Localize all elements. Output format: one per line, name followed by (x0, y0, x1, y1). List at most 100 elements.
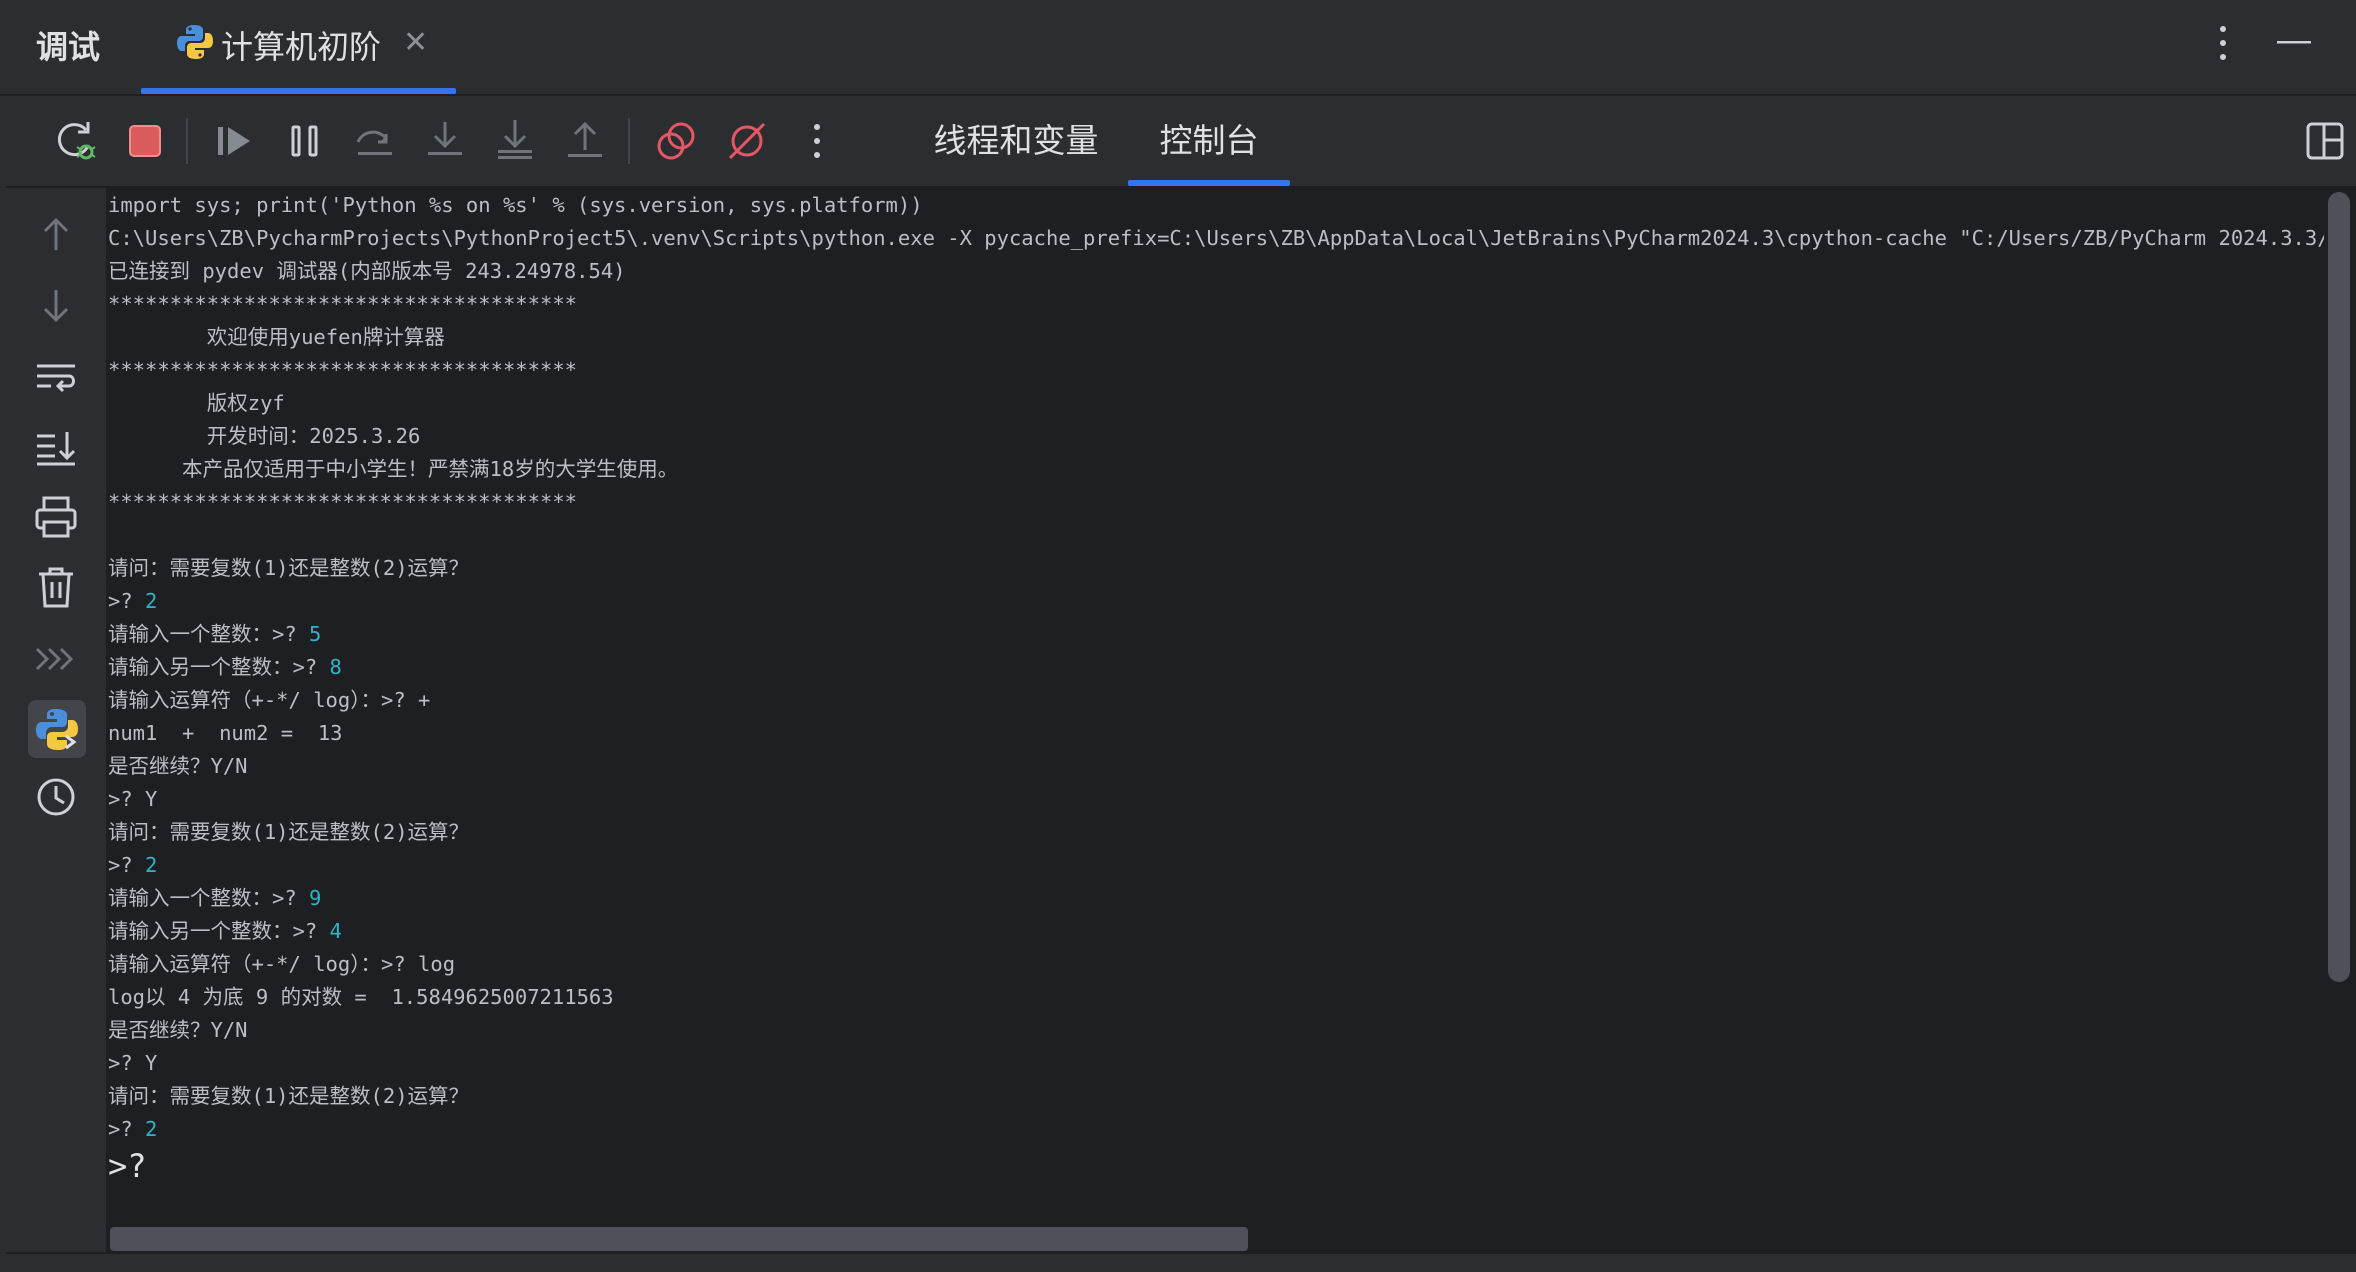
console-line-text: >? Y (108, 1051, 158, 1075)
console-line: ************************************** (108, 354, 577, 387)
step-over-icon[interactable] (350, 116, 400, 166)
resume-icon[interactable] (210, 116, 260, 166)
view-breakpoints-icon[interactable] (652, 116, 702, 166)
tab-console[interactable]: 控制台 (1128, 96, 1290, 186)
console-line-text: 请问：需要复数(1)还是整数(2)运算？ (108, 820, 470, 844)
console-line-text: >? (108, 853, 146, 877)
console-line: import sys; print('Python %s on %s' % (s… (108, 189, 923, 222)
console-user-input: 8 (329, 655, 342, 679)
tab-label: 计算机初阶 (221, 28, 382, 66)
console-side-toolbar (6, 188, 106, 1252)
console-line: >? 2 (108, 849, 157, 882)
rerun-debug-icon[interactable] (50, 116, 100, 166)
console-line-text: 请输入另一个整数：>? (108, 655, 330, 679)
console-line-text: 已连接到 pydev 调试器(内部版本号 243.24978.54) (108, 259, 626, 283)
up-arrow-icon[interactable] (31, 210, 81, 260)
console-line: 请问：需要复数(1)还是整数(2)运算？ (108, 1080, 469, 1113)
console-user-input: 2 (145, 1117, 158, 1141)
console-line-text: 请问：需要复数(1)还是整数(2)运算？ (108, 1084, 470, 1108)
vertical-scrollbar-thumb[interactable] (2328, 192, 2350, 982)
console-line: 请问：需要复数(1)还是整数(2)运算？ (108, 816, 469, 849)
console-line-text: 请输入一个整数：>? (108, 886, 310, 910)
window-bottom-edge (0, 1254, 2356, 1272)
console-line-text: >? (108, 1117, 146, 1141)
console-line-text: num1 + num2 = 13 (108, 721, 343, 745)
minimize-icon[interactable] (2274, 22, 2314, 62)
tool-window-header: 调试 计算机初阶 ✕ (0, 0, 2356, 96)
console-line: 请输入运算符（+-*/ log）：>? + (108, 684, 430, 717)
console-line-text: ************************************** (108, 292, 577, 316)
more-vertical-icon[interactable] (2208, 22, 2238, 64)
active-tab-indicator (1128, 180, 1290, 186)
console-line: 请输入运算符（+-*/ log）：>? log (108, 948, 455, 981)
trash-icon[interactable] (31, 562, 81, 612)
console-line-text: C:\Users\ZB\PycharmProjects\PythonProjec… (108, 226, 2324, 250)
console-line: >? Y (108, 1047, 157, 1080)
console-line: 是否继续？Y/N (108, 1014, 248, 1047)
close-icon[interactable]: ✕ (403, 28, 428, 58)
console-line: 是否继续？Y/N (108, 750, 248, 783)
tab-console-label: 控制台 (1159, 121, 1259, 160)
console-line: 开发时间：2025.3.26 (108, 420, 421, 453)
console-output[interactable]: import sys; print('Python %s on %s' % (s… (106, 188, 2324, 1252)
console-line: >? 2 (108, 1113, 157, 1146)
tab-run-config[interactable]: 计算机初阶 ✕ (141, 0, 456, 94)
scroll-to-end-icon[interactable] (31, 422, 81, 472)
step-into-icon[interactable] (420, 116, 470, 166)
soft-wrap-icon[interactable] (31, 352, 81, 402)
console-input-prompt[interactable]: >? (108, 1146, 147, 1186)
debug-toolbar: 线程和变量 控制台 (6, 96, 2356, 188)
console-line-text: 请问：需要复数(1)还是整数(2)运算？ (108, 556, 470, 580)
python-console-toggle[interactable] (28, 700, 86, 758)
console-line-text: 欢迎使用yuefen牌计算器 (108, 325, 445, 349)
console-line-text: 本产品仅适用于中小学生！严禁满18岁的大学生使用。 (108, 457, 679, 481)
console-line-text: 版权zyf (108, 391, 285, 415)
console-line: 本产品仅适用于中小学生！严禁满18岁的大学生使用。 (108, 453, 678, 486)
console-line: 请问：需要复数(1)还是整数(2)运算？ (108, 552, 469, 585)
console-user-input: 4 (329, 919, 342, 943)
console-line-text: >? Y (108, 787, 158, 811)
pause-icon[interactable] (280, 116, 330, 166)
console-line: C:\Users\ZB\PycharmProjects\PythonProjec… (108, 222, 2324, 255)
history-icon[interactable] (31, 772, 81, 822)
toolbar-divider (628, 118, 630, 164)
tab-threads-variables[interactable]: 线程和变量 (926, 96, 1106, 186)
console-line-text: log以 4 为底 9 的对数 = 1.5849625007211563 (108, 985, 614, 1009)
console-line: num1 + num2 = 13 (108, 717, 343, 750)
python-icon (177, 25, 213, 59)
down-arrow-icon[interactable] (31, 280, 81, 330)
more-icon[interactable] (792, 116, 842, 166)
console-line-text: 请输入运算符（+-*/ log）：>? log (108, 952, 456, 976)
console-line: 版权zyf (108, 387, 285, 420)
console-line: 欢迎使用yuefen牌计算器 (108, 321, 445, 354)
toolbar-divider (186, 118, 188, 164)
step-out-icon[interactable] (560, 116, 610, 166)
vertical-scrollbar[interactable] (2324, 188, 2356, 1252)
console-line: >? Y (108, 783, 157, 816)
step-into-my-code-icon[interactable] (490, 116, 540, 166)
console-line: >? 2 (108, 585, 157, 618)
console-line: log以 4 为底 9 的对数 = 1.5849625007211563 (108, 981, 614, 1014)
python-console-icon (36, 709, 78, 750)
console-line-text: import sys; print('Python %s on %s' % (s… (108, 193, 923, 217)
console-user-input: 2 (145, 589, 158, 613)
print-icon[interactable] (31, 492, 81, 542)
console-user-input: 5 (309, 622, 322, 646)
active-tab-indicator (141, 88, 456, 94)
show-prompt-icon[interactable] (31, 634, 81, 684)
console-line-text: ************************************** (108, 490, 577, 514)
console-line-text: 请输入一个整数：>? (108, 622, 310, 646)
horizontal-scrollbar-thumb[interactable] (110, 1227, 1248, 1251)
console-line-text: ************************************** (108, 358, 577, 382)
console-line: ************************************** (108, 486, 577, 519)
console-line: 请输入另一个整数：>? 4 (108, 915, 342, 948)
console-line-text: >? (108, 589, 146, 613)
stop-icon[interactable] (120, 116, 170, 166)
console-line: 请输入一个整数：>? 5 (108, 618, 321, 651)
mute-breakpoints-icon[interactable] (722, 116, 772, 166)
console-line-text: 是否继续？Y/N (108, 1018, 248, 1042)
layout-settings-icon[interactable] (2302, 118, 2348, 164)
console-user-input: 9 (309, 886, 322, 910)
tool-window-title: 调试 (36, 28, 101, 66)
console-line-text: 请输入另一个整数：>? (108, 919, 330, 943)
